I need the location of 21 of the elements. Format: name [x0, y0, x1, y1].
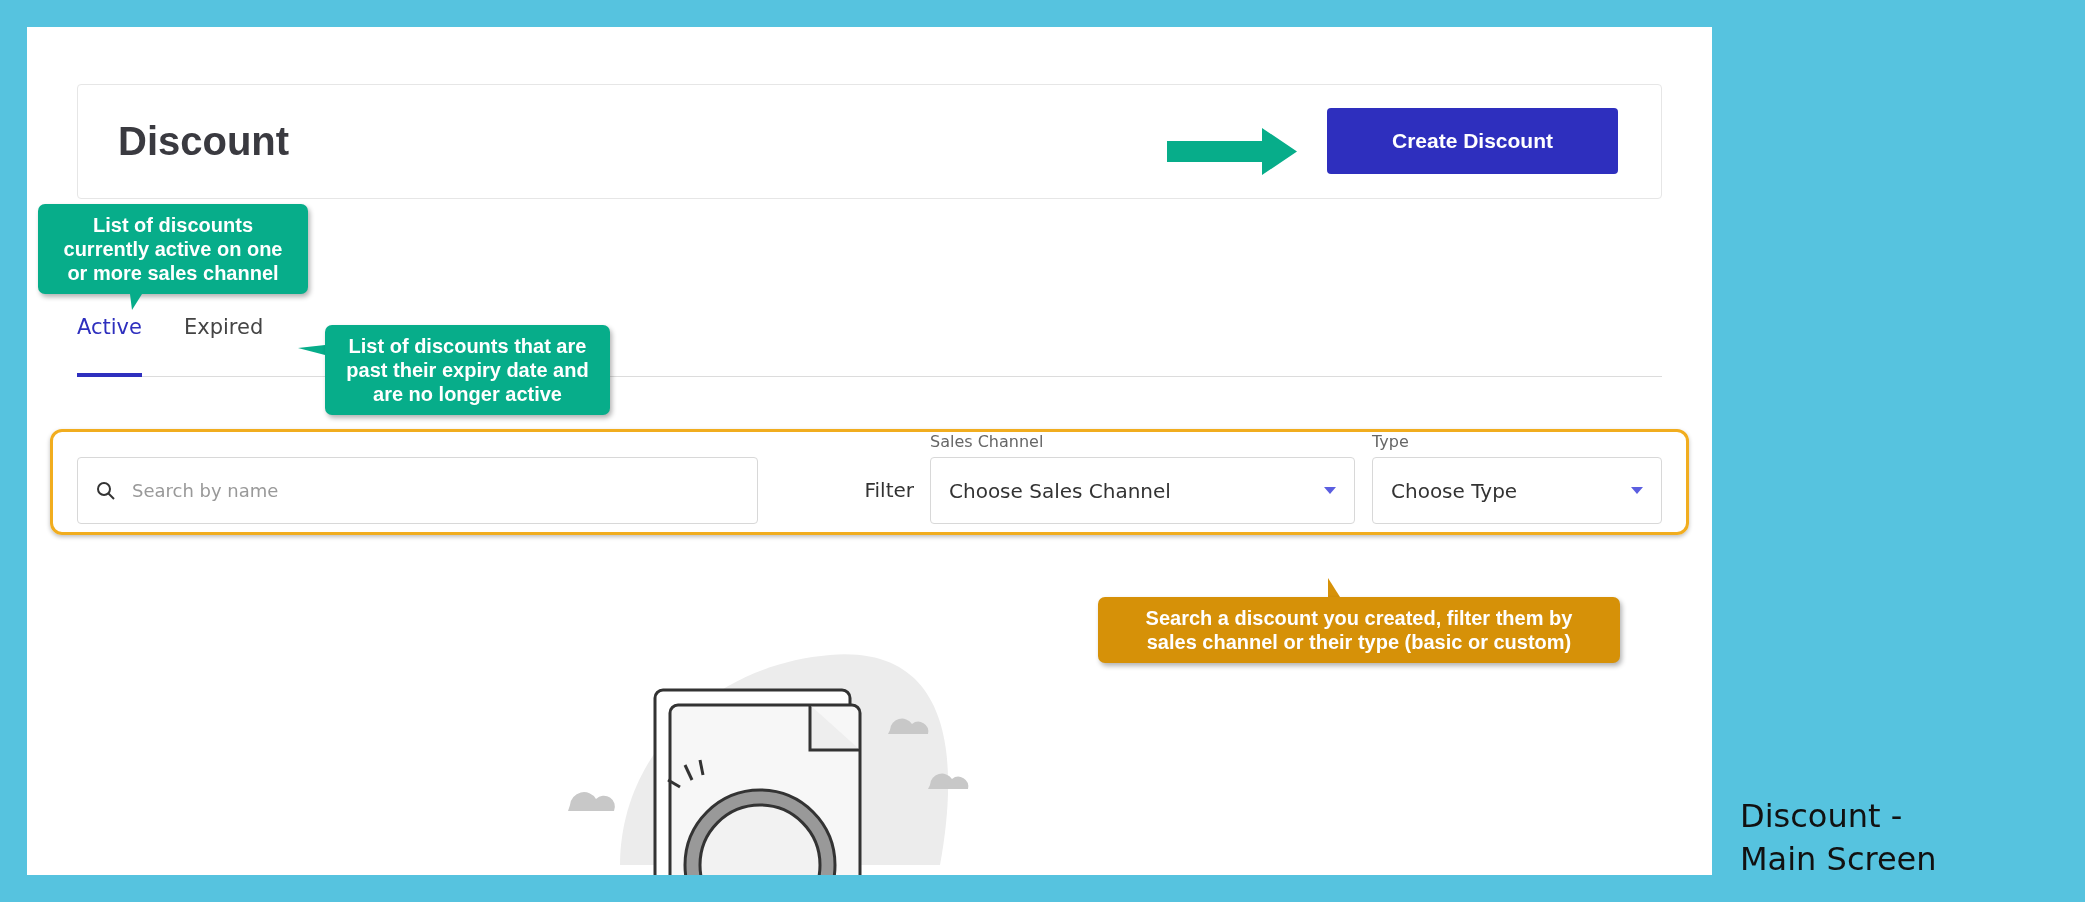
search-field[interactable]: Search by name — [77, 457, 758, 524]
arrow-icon — [1167, 128, 1297, 175]
create-discount-button[interactable]: Create Discount — [1327, 108, 1618, 175]
filter-label: Filter — [864, 478, 914, 502]
tab[interactable]: Expired — [183, 315, 264, 377]
caret-icon — [1631, 487, 1643, 494]
select-label: Type — [1372, 432, 1410, 451]
callout: List of discounts currently active on one or more sales channel — [38, 204, 308, 294]
page-title: Discount — [118, 118, 290, 164]
dropdown-select[interactable]: Choose Type — [1372, 457, 1662, 524]
callout: Search a discount you created, filter them by sales channel or their type (basic or custom) — [1098, 597, 1620, 663]
callout-pointer-icon — [130, 294, 142, 310]
slide-caption: Discount - Main Screen — [1740, 795, 1938, 880]
caret-icon — [1324, 487, 1336, 494]
callout-pointer-icon — [298, 345, 325, 355]
tab[interactable]: Active — [77, 315, 142, 377]
search-icon — [96, 480, 116, 501]
callout-pointer-icon — [1328, 578, 1340, 597]
select-label: Sales Channel — [930, 432, 1045, 451]
dropdown-select[interactable]: Choose Sales Channel — [930, 457, 1355, 524]
callout: List of discounts that are past their expiry date and are no longer active — [325, 325, 610, 415]
